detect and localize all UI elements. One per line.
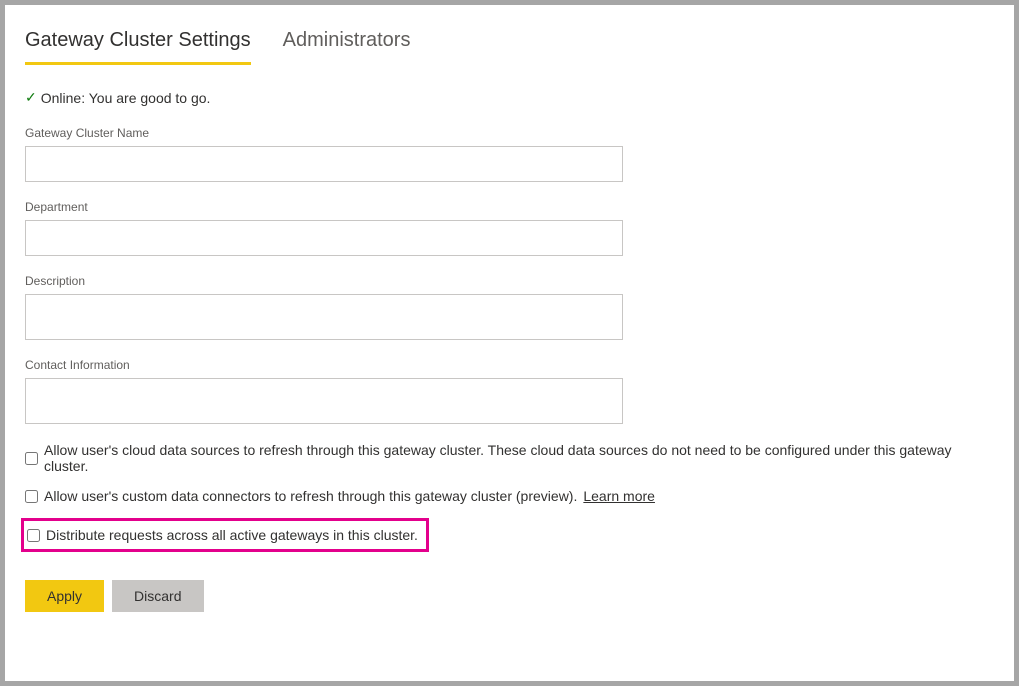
option-distribute-highlight: Distribute requests across all active ga… [21,518,429,552]
status-text: Online: You are good to go. [41,90,211,106]
tab-gateway-settings[interactable]: Gateway Cluster Settings [25,29,251,65]
check-icon: ✓ [25,89,37,106]
label-cluster-name: Gateway Cluster Name [25,126,994,140]
label-distribute: Distribute requests across all active ga… [46,527,418,543]
field-description: Description [25,274,994,340]
checkbox-custom-connectors[interactable] [25,490,38,503]
tab-bar: Gateway Cluster Settings Administrators [25,29,994,65]
input-cluster-name[interactable] [25,146,623,182]
label-department: Department [25,200,994,214]
button-row: Apply Discard [25,580,994,612]
option-custom-connectors: Allow user's custom data connectors to r… [25,488,994,504]
input-description[interactable] [25,294,623,340]
learn-more-link[interactable]: Learn more [583,488,655,504]
label-description: Description [25,274,994,288]
field-department: Department [25,200,994,256]
label-custom-connectors: Allow user's custom data connectors to r… [44,488,577,504]
input-contact[interactable] [25,378,623,424]
status-row: ✓ Online: You are good to go. [25,89,994,106]
field-contact: Contact Information [25,358,994,424]
tab-administrators[interactable]: Administrators [283,29,411,65]
discard-button[interactable]: Discard [112,580,203,612]
checkbox-distribute[interactable] [27,529,40,542]
settings-panel: Gateway Cluster Settings Administrators … [5,5,1014,681]
checkbox-cloud-refresh[interactable] [25,452,38,465]
option-cloud-refresh: Allow user's cloud data sources to refre… [25,442,994,474]
input-department[interactable] [25,220,623,256]
apply-button[interactable]: Apply [25,580,104,612]
field-cluster-name: Gateway Cluster Name [25,126,994,182]
label-contact: Contact Information [25,358,994,372]
label-cloud-refresh: Allow user's cloud data sources to refre… [44,442,994,474]
